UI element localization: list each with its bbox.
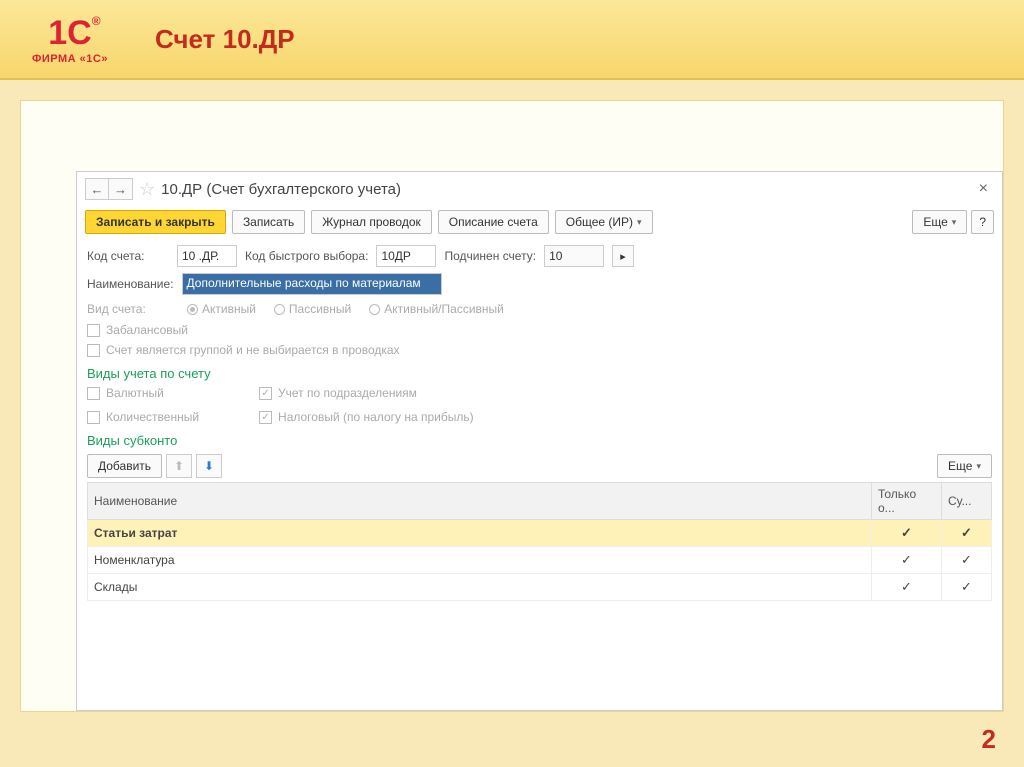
save-and-close-button[interactable]: Записать и закрыть [85,210,226,234]
table-row[interactable]: Номенклатура✓✓ [88,547,992,574]
more-button[interactable]: Еще▾ [912,210,967,234]
content-area: ← → ☆ 10.ДР (Счет бухгалтерского учета) … [20,100,1004,712]
account-types-grid: Валютный Количественный ✓Учет по подразд… [77,383,1002,427]
common-button[interactable]: Общее (ИР)▾ [555,210,653,234]
close-icon[interactable]: × [973,180,994,198]
app-window: ← → ☆ 10.ДР (Счет бухгалтерского учета) … [76,171,1003,711]
cell-only[interactable]: ✓ [872,520,942,547]
quick-code-label: Код быстрого выбора: [245,249,368,263]
cell-name: Склады [88,574,872,601]
checkbox-icon [87,324,100,337]
description-button[interactable]: Описание счета [438,210,549,234]
cell-sum[interactable]: ✓ [942,574,992,601]
window-titlebar: ← → ☆ 10.ДР (Счет бухгалтерского учета) … [77,172,1002,206]
move-up-button[interactable]: ⬆ [166,454,192,478]
section-subconto: Виды субконто [77,427,1002,450]
save-button[interactable]: Записать [232,210,305,234]
parent-input[interactable] [544,245,604,267]
check-currency[interactable]: Валютный [87,383,209,403]
check-offbalance[interactable]: Забалансовый [77,320,1002,340]
table-row[interactable]: Статьи затрат✓✓ [88,520,992,547]
code-label: Код счета: [87,249,169,263]
chevron-down-icon: ▾ [952,217,957,228]
subconto-more-button[interactable]: Еще▾ [937,454,992,478]
favorite-icon[interactable]: ☆ [139,179,155,200]
radio-icon [369,304,380,315]
subconto-toolbar: Добавить ⬆ ⬇ Еще▾ [77,450,1002,482]
radio-both[interactable]: Активный/Пассивный [369,302,504,316]
cell-only[interactable]: ✓ [872,574,942,601]
back-button[interactable]: ← [85,178,109,200]
cell-sum[interactable]: ✓ [942,547,992,574]
name-input[interactable]: Дополнительные расходы по материалам [182,273,442,295]
cell-name: Номенклатура [88,547,872,574]
logo-subtitle: ФИРМА «1С» [15,53,125,65]
radio-passive[interactable]: Пассивный [274,302,351,316]
check-by-dept[interactable]: ✓Учет по подразделениям [259,383,484,403]
add-button[interactable]: Добавить [87,454,162,478]
name-label: Наименование: [87,277,174,291]
forward-button[interactable]: → [109,178,133,200]
col-name[interactable]: Наименование [88,483,872,520]
section-account-types: Виды учета по счету [77,360,1002,383]
code-input[interactable] [177,245,237,267]
window-title: 10.ДР (Счет бухгалтерского учета) [161,181,401,198]
help-button[interactable]: ? [971,210,994,234]
col-sum[interactable]: Су... [942,483,992,520]
quick-code-input[interactable] [376,245,436,267]
row-code: Код счета: Код быстрого выбора: Подчинен… [77,242,1002,270]
col-only[interactable]: Только о... [872,483,942,520]
journal-button[interactable]: Журнал проводок [311,210,432,234]
check-quantity[interactable]: Количественный [87,407,209,427]
cell-sum[interactable]: ✓ [942,520,992,547]
main-toolbar: Записать и закрыть Записать Журнал прово… [77,206,1002,242]
row-account-type: Вид счета: Активный Пассивный Активный/П… [77,298,1002,320]
type-label: Вид счета: [87,302,169,316]
cell-name: Статьи затрат [88,520,872,547]
radio-active[interactable]: Активный [187,302,256,316]
slide-header: 1C® ФИРМА «1С» Счет 10.ДР [0,0,1024,80]
checkbox-icon: ✓ [259,387,272,400]
checkbox-icon [87,387,100,400]
slide-title: Счет 10.ДР [155,24,295,55]
cell-only[interactable]: ✓ [872,547,942,574]
subconto-table: Наименование Только о... Су... Статьи за… [87,482,992,601]
checkbox-icon [87,344,100,357]
chevron-down-icon: ▾ [976,461,981,472]
page-number: 2 [982,724,996,755]
checkbox-icon: ✓ [259,411,272,424]
checkbox-icon [87,411,100,424]
chevron-down-icon: ▾ [637,217,642,228]
logo: 1C® ФИРМА «1С» [15,14,125,65]
row-name: Наименование: Дополнительные расходы по … [77,270,1002,298]
parent-label: Подчинен счету: [444,249,536,263]
radio-icon [274,304,285,315]
radio-icon [187,304,198,315]
check-group[interactable]: Счет является группой и не выбирается в … [77,340,1002,360]
open-parent-button[interactable]: ▸ [612,245,634,267]
table-row[interactable]: Склады✓✓ [88,574,992,601]
check-tax[interactable]: ✓Налоговый (по налогу на прибыль) [259,407,484,427]
move-down-button[interactable]: ⬇ [196,454,222,478]
logo-1c-text: 1C® [15,14,125,53]
